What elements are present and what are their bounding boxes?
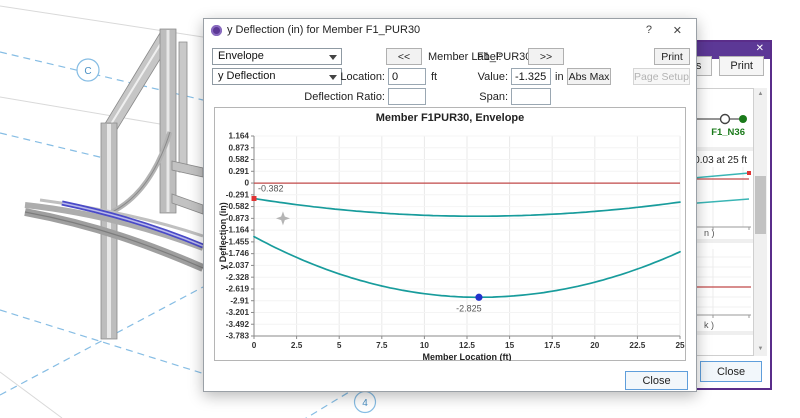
svg-text:20: 20 <box>590 341 600 350</box>
svg-text:Member Location (ft): Member Location (ft) <box>423 352 512 361</box>
right-column-2 <box>179 42 187 172</box>
node-label: F1_N36 <box>711 127 745 138</box>
ledger-beam <box>172 161 203 177</box>
mini-chart-caption-2: k ) <box>704 320 714 330</box>
panel-close-icon[interactable]: ✕ <box>756 43 764 54</box>
print-button[interactable]: Print <box>654 48 690 65</box>
svg-text:-1.164: -1.164 <box>226 226 250 235</box>
dialog-close-icon[interactable]: ✕ <box>673 24 682 37</box>
deflection-chart[interactable]: 1.164 0.873 0.582 0.291 0 -0.291 -0.582 -0.873 -… <box>216 127 686 364</box>
deflection-ratio-input[interactable] <box>388 88 426 105</box>
dialog-titlebar[interactable]: y Deflection (in) for Member F1_PUR30 ? … <box>204 19 696 41</box>
svg-text:-0.873: -0.873 <box>226 214 250 223</box>
svg-text:12.5: 12.5 <box>459 341 475 350</box>
page-setup-button[interactable]: Page Setup <box>633 68 690 85</box>
svg-text:-3.783: -3.783 <box>226 332 250 341</box>
svg-text:-0.291: -0.291 <box>226 190 250 199</box>
span-caption: Span: <box>466 91 508 103</box>
grid-bubble-c[interactable]: C <box>77 59 99 81</box>
span-input[interactable] <box>511 88 551 105</box>
result-set-value: Envelope <box>218 50 264 62</box>
cursor-star-icon <box>276 211 290 225</box>
scrollbar-thumb[interactable] <box>755 176 766 234</box>
svg-text:22.5: 22.5 <box>629 341 645 350</box>
next-member-button[interactable]: >> <box>528 48 564 65</box>
node-j-icon <box>739 115 747 123</box>
svg-text:-0.382: -0.382 <box>258 184 284 194</box>
deflection-dialog: y Deflection (in) for Member F1_PUR30 ? … <box>203 18 697 392</box>
svg-text:-1.746: -1.746 <box>226 249 250 258</box>
location-input[interactable] <box>388 68 426 85</box>
value-input[interactable] <box>511 68 551 85</box>
svg-text:0: 0 <box>244 179 249 188</box>
value-caption: Value: <box>464 71 508 83</box>
deflection-ratio-caption: Deflection Ratio: <box>299 91 385 103</box>
value-unit: in <box>555 71 564 83</box>
panel-close-button[interactable]: Close <box>700 361 762 382</box>
chart-container: Member F1PUR30, Envelope 1.164 0.873 0.582… <box>214 107 686 361</box>
svg-text:-2.91: -2.91 <box>230 296 249 305</box>
svg-text:2.5: 2.5 <box>291 341 303 350</box>
svg-text:-2.037: -2.037 <box>226 261 250 270</box>
svg-text:-3.201: -3.201 <box>226 308 250 317</box>
svg-text:-2.328: -2.328 <box>226 273 250 282</box>
location-caption: Location: <box>324 71 385 83</box>
panel-print-button[interactable]: Print <box>719 56 764 76</box>
svg-text:4: 4 <box>362 398 368 409</box>
application-canvas: C 4 <box>0 0 800 418</box>
result-type-select[interactable]: y Deflection <box>212 68 342 85</box>
app-icon <box>211 25 222 36</box>
help-button[interactable]: ? <box>646 24 652 36</box>
node-i-icon <box>721 115 730 124</box>
svg-text:C: C <box>84 66 91 77</box>
svg-text:-3.492: -3.492 <box>226 320 250 329</box>
svg-text:-1.455: -1.455 <box>226 238 250 247</box>
svg-text:5: 5 <box>337 341 342 350</box>
svg-text:15: 15 <box>505 341 515 350</box>
svg-text:1.164: 1.164 <box>229 132 250 141</box>
scroll-up-icon[interactable]: ▲ <box>754 88 767 101</box>
svg-text:25: 25 <box>675 341 685 350</box>
svg-text:10: 10 <box>420 341 430 350</box>
svg-text:0: 0 <box>252 341 257 350</box>
ledger-beam-2 <box>172 194 203 214</box>
structure-members[interactable] <box>101 29 203 339</box>
dialog-title: y Deflection (in) for Member F1_PUR30 <box>227 24 420 36</box>
svg-text:0.291: 0.291 <box>229 167 250 176</box>
scroll-down-icon[interactable]: ▼ <box>754 343 767 356</box>
mini-chart-caption: n ) <box>704 228 715 238</box>
svg-text:0.873: 0.873 <box>229 143 250 152</box>
svg-text:-0.582: -0.582 <box>226 202 250 211</box>
svg-text:7.5: 7.5 <box>376 341 388 350</box>
svg-text:-2.619: -2.619 <box>226 285 250 294</box>
abs-max-button[interactable]: Abs Max <box>567 68 611 85</box>
svg-text:y Deflection (in): y Deflection (in) <box>218 202 228 270</box>
chart-title: Member F1PUR30, Envelope <box>215 112 685 124</box>
result-set-select[interactable]: Envelope <box>212 48 342 65</box>
member-label-value: F1_PUR30 <box>477 51 531 63</box>
panel-scrollbar[interactable]: ▲ ▼ <box>754 88 767 356</box>
prev-member-button[interactable]: << <box>386 48 422 65</box>
svg-text:-2.825: -2.825 <box>456 303 482 313</box>
result-type-value: y Deflection <box>218 70 275 82</box>
svg-text:0.582: 0.582 <box>229 155 250 164</box>
dialog-close-button[interactable]: Close <box>625 371 688 390</box>
svg-text:17.5: 17.5 <box>544 341 560 350</box>
location-unit: ft <box>431 71 437 83</box>
chevron-down-icon <box>329 55 337 60</box>
grid-bubble-4[interactable]: 4 <box>355 392 376 413</box>
